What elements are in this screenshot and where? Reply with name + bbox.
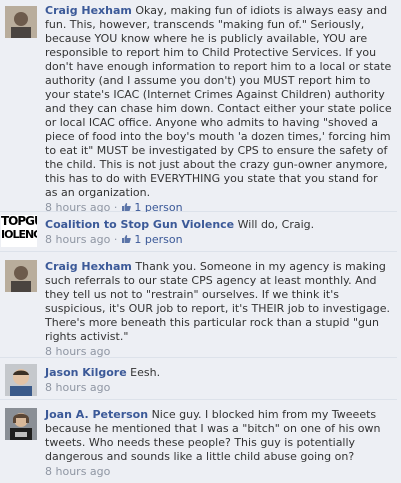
- profile-photo-icon: [5, 364, 37, 396]
- profile-photo-icon: [5, 6, 37, 38]
- comment-time[interactable]: 8 hours ago: [45, 381, 110, 394]
- comment-time[interactable]: 8 hours ago: [45, 345, 110, 358]
- comment-body: Jason Kilgore Eesh. 8 hours ago: [45, 366, 393, 395]
- thumbs-up-icon: [121, 235, 131, 243]
- avatar-logo-line-2: IOLENC: [1, 228, 37, 241]
- comment: Jason Kilgore Eesh. 8 hours ago: [0, 358, 397, 400]
- comment-body: Craig Hexham Okay, making fun of idiots …: [45, 4, 393, 215]
- comment-meta: 8 hours ago: [45, 345, 393, 359]
- comment-meta: 8 hours ago: [45, 381, 393, 395]
- avatar[interactable]: [5, 6, 37, 38]
- comment-time[interactable]: 8 hours ago: [45, 465, 110, 478]
- comment-body: Coalition to Stop Gun Violence Will do, …: [45, 218, 393, 247]
- comment: TOPGU IOLENC Coalition to Stop Gun Viole…: [0, 212, 397, 252]
- avatar[interactable]: [5, 408, 37, 440]
- comment-author[interactable]: Jason Kilgore: [45, 366, 127, 379]
- profile-photo-icon: [5, 260, 37, 292]
- avatar[interactable]: [5, 364, 37, 396]
- avatar[interactable]: TOPGU IOLENC: [1, 215, 37, 247]
- comment-body: Craig Hexham Thank you. Someone in my ag…: [45, 260, 393, 359]
- comment-meta: 8 hours ago · 1 person: [45, 233, 393, 247]
- comment-text: Will do, Craig.: [237, 218, 315, 231]
- comment-text: Eesh.: [130, 366, 161, 379]
- comment-author[interactable]: Joan A. Peterson: [45, 408, 148, 421]
- comment-text: Okay, making fun of idiots is always eas…: [45, 4, 392, 199]
- like-count[interactable]: 1 person: [134, 233, 182, 246]
- comment: Craig Hexham Okay, making fun of idiots …: [0, 0, 397, 215]
- comment-author[interactable]: Craig Hexham: [45, 260, 132, 273]
- comment-author[interactable]: Craig Hexham: [45, 4, 132, 17]
- meta-separator: ·: [113, 233, 118, 246]
- comment: Craig Hexham Thank you. Someone in my ag…: [0, 254, 397, 358]
- comment-body: Joan A. Peterson Nice guy. I blocked him…: [45, 408, 393, 479]
- comment-author[interactable]: Coalition to Stop Gun Violence: [45, 218, 234, 231]
- thumbs-up-icon: [121, 203, 131, 211]
- avatar-logo-line-1: TOPGU: [1, 215, 37, 228]
- comment: Joan A. Peterson Nice guy. I blocked him…: [0, 400, 397, 483]
- avatar[interactable]: [5, 260, 37, 292]
- profile-photo-icon: [5, 408, 37, 440]
- comment-meta: 8 hours ago: [45, 465, 393, 479]
- comment-time[interactable]: 8 hours ago: [45, 233, 110, 246]
